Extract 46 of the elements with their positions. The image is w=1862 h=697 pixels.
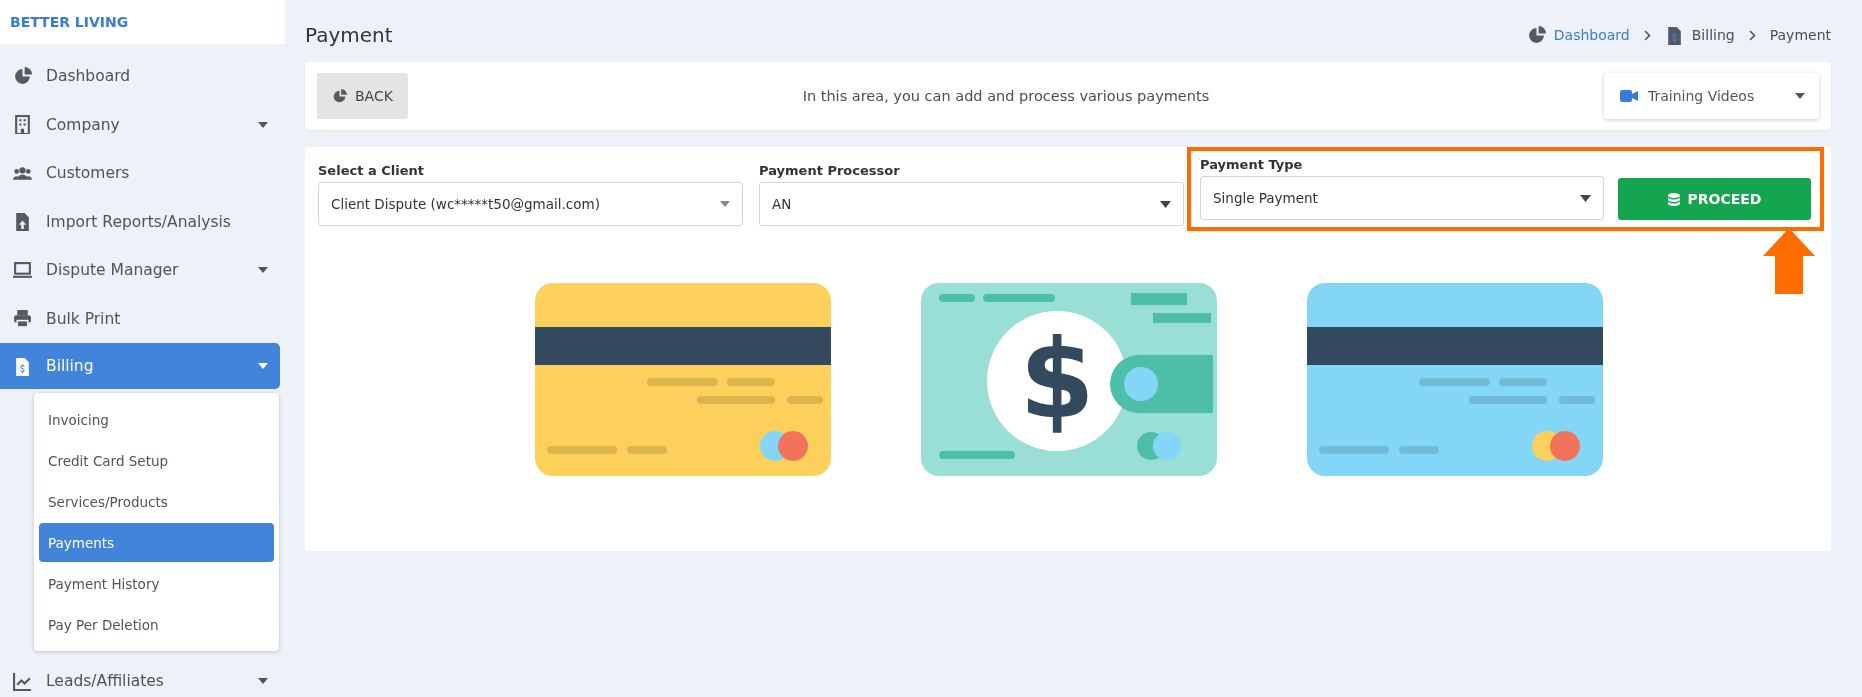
sidebar-item[interactable]: Leads/Affiliates (0, 657, 280, 697)
video-camera-icon (1620, 90, 1638, 102)
breadcrumb-item: Billing (1691, 27, 1735, 43)
sidebar-item[interactable]: Billing (0, 343, 280, 389)
sidebar-item[interactable]: Dashboard (0, 52, 280, 101)
training-videos-dropdown[interactable]: Training Videos (1604, 73, 1819, 119)
submenu-item[interactable]: Services/Products (39, 482, 274, 521)
field-label: Payment Type (1200, 157, 1304, 172)
brand-name: BETTER LIVING (10, 14, 129, 30)
caret-icon (1160, 200, 1171, 208)
breadcrumb-link[interactable]: Dashboard (1553, 27, 1630, 43)
caret-icon (720, 201, 730, 207)
back-icon (332, 88, 347, 104)
chevron-icon (1748, 29, 1756, 41)
menu-item-icon (13, 309, 32, 329)
submenu-item[interactable]: Pay Per Deletion (39, 605, 274, 644)
menu-item-icon (13, 356, 32, 376)
info-text: In this area, you can add and process various payments (801, 88, 1211, 104)
submenu-item[interactable]: Credit Card Setup (39, 441, 274, 480)
menu-item-icon (13, 115, 32, 135)
select-field[interactable]: Client Dispute (wc*****t50@gmail.com) (318, 182, 743, 226)
sidebar-item[interactable]: Customers (0, 149, 280, 198)
field-label: Select a Client (318, 163, 425, 178)
field-label: Payment Processor (759, 163, 901, 178)
page-title: Payment (305, 23, 393, 47)
menu-item-icon (13, 260, 32, 280)
back-button[interactable]: BACK (317, 73, 408, 119)
sidebar-item[interactable]: Import Reports/Analysis (0, 197, 280, 246)
menu-item-icon (13, 671, 32, 691)
submenu-item[interactable]: Invoicing (39, 400, 274, 439)
caret-icon (1795, 93, 1805, 99)
caret-icon (1580, 194, 1591, 202)
sidebar-item[interactable]: Bulk Print (0, 294, 280, 343)
select-field[interactable]: AN (759, 182, 1184, 226)
breadcrumb-icon (1526, 25, 1546, 45)
breadcrumb-item: Payment (1769, 27, 1831, 43)
submenu-item[interactable]: Payments (39, 523, 274, 562)
chevron-icon (1643, 29, 1651, 41)
menu-item-icon (13, 212, 32, 232)
select-field[interactable]: Single Payment (1200, 176, 1604, 220)
database-icon (1667, 192, 1680, 206)
menu-item-icon (13, 66, 32, 86)
cash-drawing: $ (920, 283, 1217, 476)
sidebar-item[interactable]: Company (0, 100, 280, 149)
sidebar-item[interactable]: Dispute Manager (0, 246, 280, 295)
submenu-item[interactable]: Payment History (39, 564, 274, 603)
